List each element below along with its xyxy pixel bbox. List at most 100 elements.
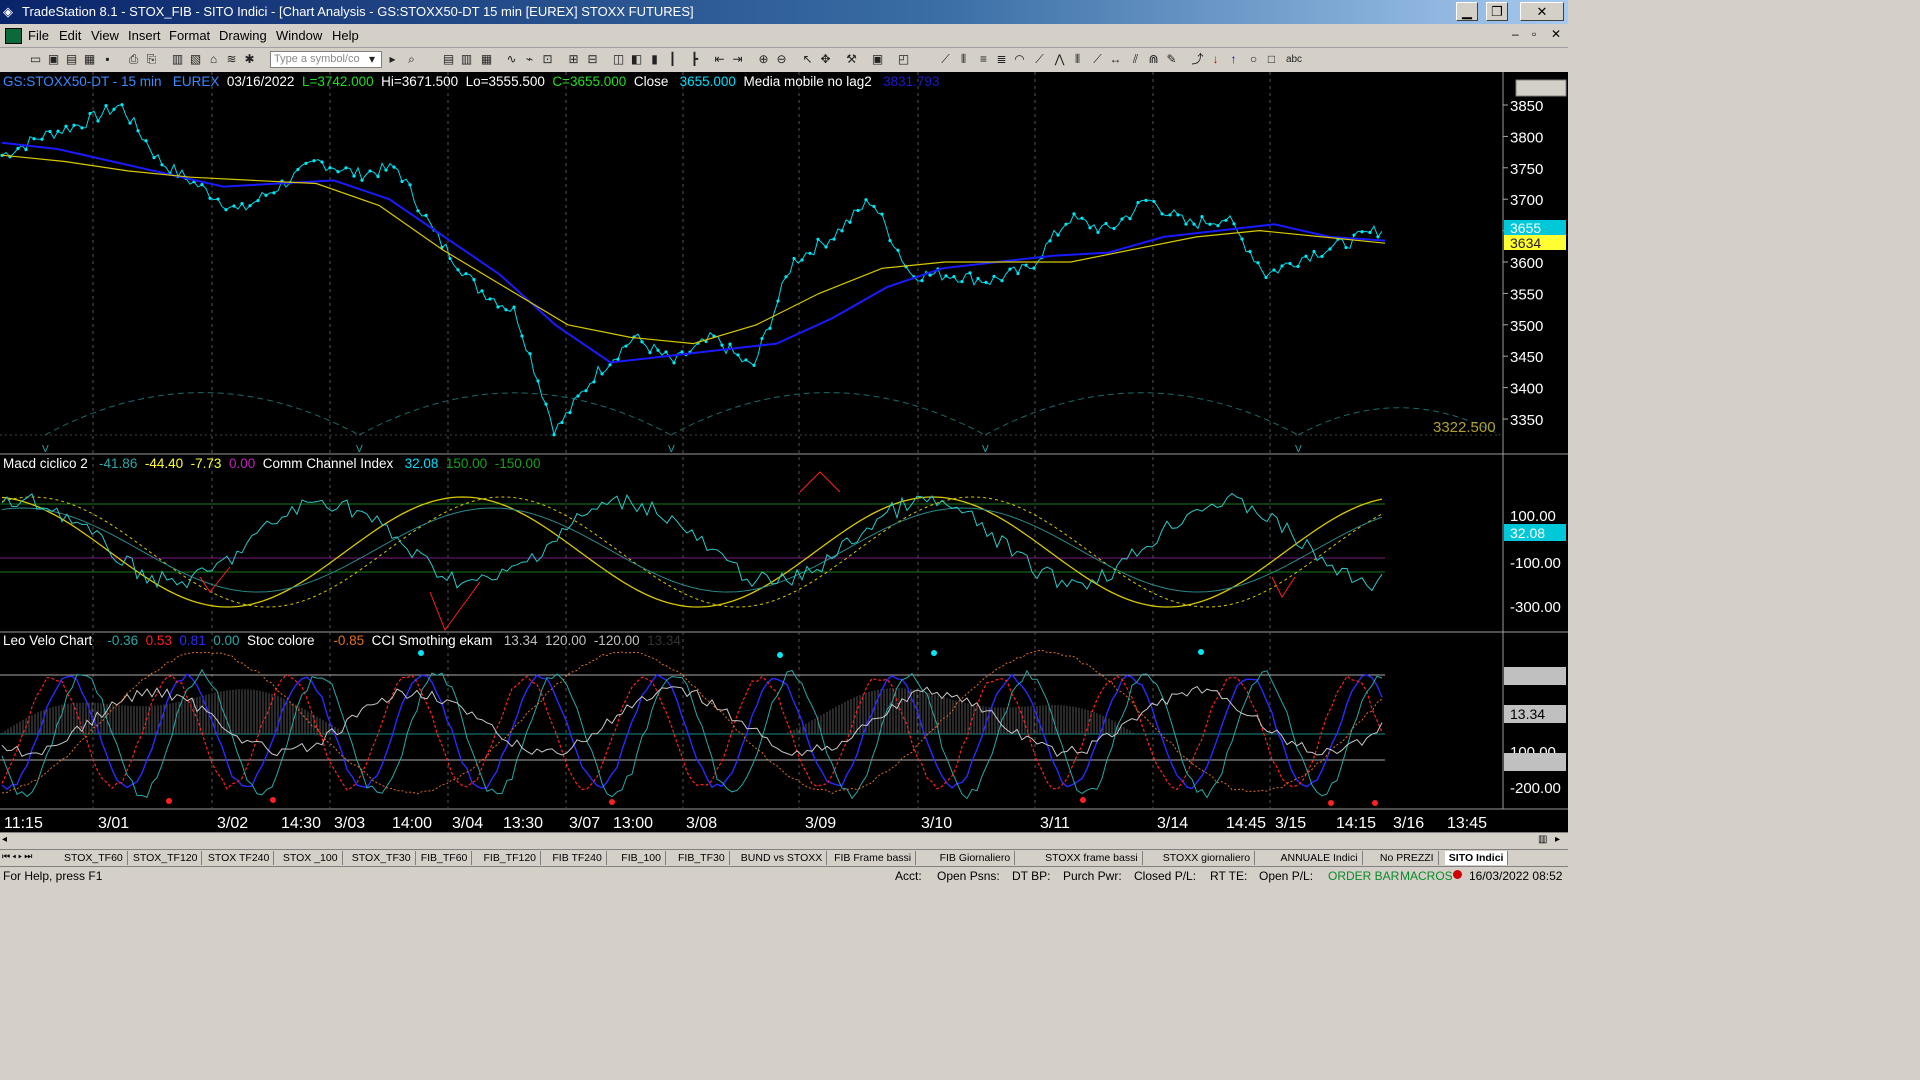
open-icon[interactable]: ▣ bbox=[45, 51, 62, 68]
lock-icon[interactable]: ⌂ bbox=[205, 51, 222, 68]
macros-button[interactable]: MACROS bbox=[1400, 869, 1453, 883]
window-icon[interactable]: ▥ bbox=[169, 51, 186, 68]
tab-stox-tf60[interactable]: STOX_TF60 bbox=[60, 851, 128, 865]
speedline-icon[interactable]: ⟋ bbox=[1031, 51, 1048, 68]
horizontal-arrow-icon[interactable]: ↔ bbox=[1107, 51, 1124, 68]
tab-no-prezzi[interactable]: No PREZZI bbox=[1376, 851, 1439, 865]
menu-insert[interactable]: Insert bbox=[128, 28, 161, 43]
freehand-icon[interactable]: ✎ bbox=[1163, 51, 1180, 68]
arc-icon[interactable]: ◠ bbox=[1011, 51, 1028, 68]
tab-stox-tf30[interactable]: STOX_TF30 bbox=[348, 851, 416, 865]
new-icon[interactable]: ▭ bbox=[27, 51, 44, 68]
menu-view[interactable]: View bbox=[91, 28, 119, 43]
inner-close-button[interactable]: ✕ bbox=[1551, 27, 1561, 41]
vertical-lines-icon[interactable]: ⦀ bbox=[955, 51, 972, 68]
tab-fib-100[interactable]: FIB_100 bbox=[617, 851, 666, 865]
menu-drawing[interactable]: Drawing bbox=[219, 28, 267, 43]
paintbar-icon[interactable]: ⊡ bbox=[539, 51, 556, 68]
tab-stox-tf120[interactable]: STOX_TF120 bbox=[129, 851, 203, 865]
zoom-out-icon[interactable]: ⊖ bbox=[773, 51, 790, 68]
order-bar-button[interactable]: ORDER BAR bbox=[1328, 869, 1399, 883]
tab-bund-vs-stoxx[interactable]: BUND vs STOXX bbox=[737, 851, 828, 865]
insert-indicator-icon[interactable]: ▥ bbox=[458, 51, 475, 68]
pointer-icon[interactable]: ↖ bbox=[799, 51, 816, 68]
fib-fan-icon[interactable]: ⋀ bbox=[1051, 51, 1068, 68]
scanner-icon[interactable]: ◧ bbox=[628, 51, 645, 68]
go-arrow-icon[interactable]: ▸ bbox=[384, 51, 401, 68]
layout-icon[interactable]: ⊟ bbox=[584, 51, 601, 68]
new-chart-icon[interactable]: ▦ bbox=[81, 51, 98, 68]
rectangle-icon[interactable]: □ bbox=[1263, 51, 1280, 68]
menu-window[interactable]: Window bbox=[276, 28, 322, 43]
inner-restore-button[interactable]: ▫ bbox=[1532, 27, 1536, 41]
scroll-left-icon[interactable]: ⇤ bbox=[711, 51, 728, 68]
print-icon[interactable]: ⎙ bbox=[125, 51, 142, 68]
properties-icon[interactable]: ▣ bbox=[869, 51, 886, 68]
channel-icon[interactable]: ⫽ bbox=[1127, 51, 1144, 68]
chart-canvas[interactable]: VVVVV 3850380037503700365036003550350034… bbox=[0, 72, 1568, 832]
horizontal-lines-icon[interactable]: ≡ bbox=[975, 51, 992, 68]
bars-icon[interactable]: ┣ bbox=[686, 51, 703, 68]
tab-fib-giornaliero[interactable]: FIB Giornaliero bbox=[936, 851, 1016, 865]
save-icon[interactable]: ▪ bbox=[99, 51, 116, 68]
ellipse-icon[interactable]: ○ bbox=[1245, 51, 1262, 68]
chart-style-icon[interactable]: ≋ bbox=[223, 51, 240, 68]
restore-button[interactable]: ❐ bbox=[1486, 2, 1508, 21]
tab-stox-tf240[interactable]: STOX TF240 bbox=[204, 851, 275, 865]
tab-fib-tf60[interactable]: FIB_TF60 bbox=[417, 851, 473, 865]
drag-icon[interactable]: ✥ bbox=[817, 51, 834, 68]
tab-stox-100[interactable]: STOX _100 bbox=[279, 851, 343, 865]
workspace-icon[interactable]: ⊞ bbox=[565, 51, 582, 68]
tab-fib-tf240[interactable]: FIB TF240 bbox=[548, 851, 607, 865]
tab-fib-tf120[interactable]: FIB_TF120 bbox=[480, 851, 542, 865]
text-tool-icon[interactable]: abc bbox=[1282, 51, 1306, 68]
menu-file[interactable]: File bbox=[28, 28, 49, 43]
tile-icon[interactable]: ▧ bbox=[187, 51, 204, 68]
symbol-dropdown-icon[interactable]: ▾ bbox=[366, 51, 378, 68]
chart-area[interactable]: VVVVV 3850380037503700365036003550350034… bbox=[0, 72, 1568, 832]
menu-edit[interactable]: Edit bbox=[59, 28, 81, 43]
tools-icon[interactable]: ⚒ bbox=[843, 51, 860, 68]
gann-icon[interactable]: ⋒ bbox=[1145, 51, 1162, 68]
candle-icon[interactable]: ┃ bbox=[664, 51, 681, 68]
tab-stoxx-frame-bassi[interactable]: STOXX frame bassi bbox=[1041, 851, 1143, 865]
retracement-icon[interactable]: ≣ bbox=[993, 51, 1010, 68]
time-zones-icon[interactable]: ⦀ bbox=[1069, 51, 1086, 68]
scroll-left-arrow-icon[interactable]: ◂ bbox=[2, 834, 7, 845]
arrow-down-icon[interactable]: ↓ bbox=[1207, 51, 1224, 68]
minimize-button[interactable]: ▁ bbox=[1456, 2, 1478, 21]
menu-format[interactable]: Format bbox=[169, 28, 210, 43]
zoom-in-icon[interactable]: ⊕ bbox=[755, 51, 772, 68]
price-panel-series bbox=[0, 103, 1386, 437]
scroll-right-arrow-icon[interactable]: ▸ bbox=[1555, 834, 1560, 845]
open-workspace-icon[interactable]: ▤ bbox=[63, 51, 80, 68]
trendline-icon[interactable]: ⟋ bbox=[937, 51, 954, 68]
indicator-icon[interactable]: ∿ bbox=[503, 51, 520, 68]
tradestation-app-icon[interactable]: ◈ bbox=[3, 4, 18, 19]
tab-sito-indici[interactable]: SITO Indici bbox=[1444, 851, 1509, 865]
inner-minimize-button[interactable]: – bbox=[1512, 27, 1519, 41]
alert-icon[interactable]: ◰ bbox=[895, 51, 912, 68]
tab-annuale-indici[interactable]: ANNUALE Indici bbox=[1277, 851, 1363, 865]
arrow-up-icon[interactable]: ↑ bbox=[1225, 51, 1242, 68]
radar-icon[interactable]: ◫ bbox=[610, 51, 627, 68]
arrow-line-icon[interactable]: ⤴ bbox=[1189, 51, 1206, 68]
data-window-icon[interactable]: ▦ bbox=[478, 51, 495, 68]
format-icon[interactable]: ▤ bbox=[440, 51, 457, 68]
extension-icon[interactable]: ⟋ bbox=[1089, 51, 1106, 68]
horizontal-scrollbar[interactable]: ◂ ▥ ▸ bbox=[0, 832, 1568, 850]
symbol-lookup-icon[interactable]: ⌕ bbox=[403, 51, 420, 68]
tab-fib-frame-bassi[interactable]: FIB Frame bassi bbox=[830, 851, 917, 865]
strategy-icon[interactable]: ✱ bbox=[241, 51, 258, 68]
menu-help[interactable]: Help bbox=[332, 28, 359, 43]
print-preview-icon[interactable]: ⎘ bbox=[143, 51, 160, 68]
chart-doc-icon[interactable] bbox=[5, 28, 22, 44]
tab-fib-tf30[interactable]: FIB_TF30 bbox=[674, 851, 730, 865]
bar-chart-icon[interactable]: ▮ bbox=[646, 51, 663, 68]
scroll-thumb-icon[interactable]: ▥ bbox=[1538, 834, 1547, 845]
showme-icon[interactable]: ⌁ bbox=[521, 51, 538, 68]
tab-stoxx-giornaliero[interactable]: STOXX giornaliero bbox=[1159, 851, 1256, 865]
tab-nav-icon[interactable]: ⏮◂▸⏭ bbox=[2, 851, 34, 862]
close-button[interactable]: ✕ bbox=[1520, 2, 1564, 21]
scroll-right-icon[interactable]: ⇥ bbox=[729, 51, 746, 68]
